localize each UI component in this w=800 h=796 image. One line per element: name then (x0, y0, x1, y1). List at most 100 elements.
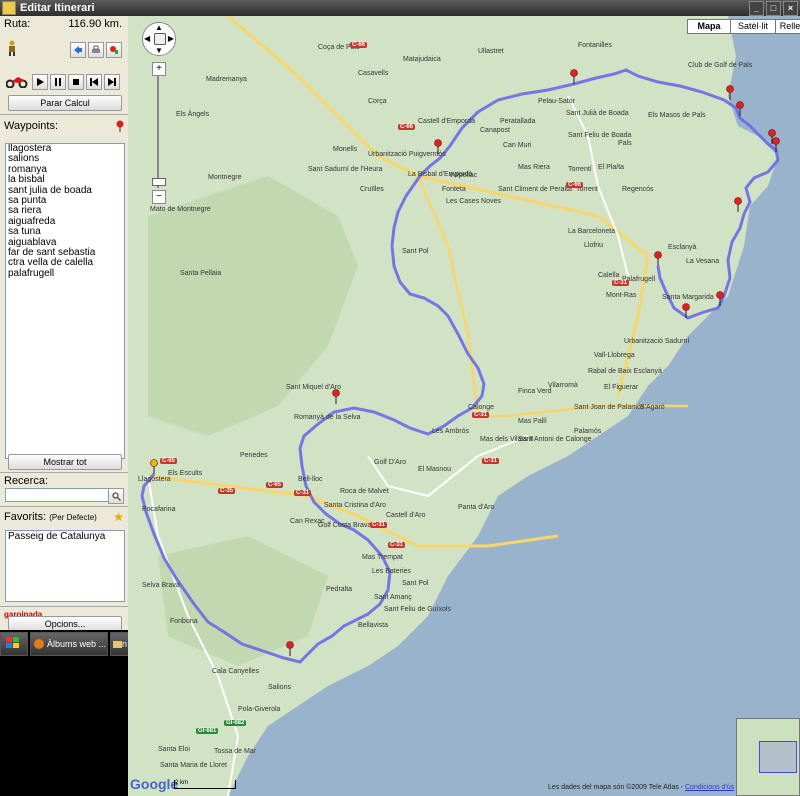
map-canvas (140, 16, 800, 796)
map-type-relief[interactable]: Relle (775, 19, 800, 34)
place-label: Calella (598, 272, 620, 279)
place-label: Els Masos de Pals (648, 112, 706, 119)
back-arrow-icon[interactable] (70, 42, 86, 58)
taskbar-item-label: Àlbums web ... (47, 639, 107, 649)
favorites-list[interactable]: Passeig de Catalunya (5, 530, 125, 602)
map-view[interactable]: Coça de Pals Casavells Matajudaica Ullastre… (128, 16, 800, 796)
search-icon[interactable] (108, 488, 124, 504)
place-label: Calonge (468, 404, 495, 411)
map-type-map[interactable]: Mapa (687, 19, 731, 34)
place-label: Rabal de Baix Esclanyà (588, 368, 662, 375)
terms-link[interactable]: Condicions d'ús (685, 784, 734, 791)
search-input[interactable] (5, 488, 109, 502)
waypoint-marker-icon[interactable] (286, 641, 294, 657)
road-shield: C-65 (160, 458, 178, 464)
hand-icon[interactable] (154, 33, 166, 45)
place-label: Casavells (358, 70, 389, 77)
waypoints-list[interactable]: llagostera salions romanya la bisbal sant ju… (5, 143, 125, 459)
favorits-header: Favorits: (Per Defecte) ★ (4, 510, 124, 524)
taskbar-item-folder[interactable]: n (110, 632, 130, 656)
place-label: Tossa de Mar (214, 748, 257, 755)
place-label: Cala Canyelles (212, 668, 260, 675)
close-icon[interactable]: × (783, 1, 798, 16)
favorite-list-item[interactable]: Passeig de Catalunya (6, 531, 124, 543)
place-label: Selva Brava (142, 582, 180, 589)
marker-add-icon[interactable] (106, 42, 122, 58)
zoom-slider-handle[interactable] (152, 178, 166, 186)
pan-control[interactable]: ▲ ▼ ◀ ▶ (142, 22, 176, 56)
place-label: Pocafarina (142, 506, 176, 513)
place-label: Pola-Giverola (238, 706, 281, 713)
minimize-icon[interactable]: _ (749, 1, 764, 16)
place-label: Can Muri (503, 142, 532, 149)
mostrar-tot-button[interactable]: Mostrar tot (8, 454, 122, 470)
place-label: Sant Climent de Peralta (498, 186, 572, 193)
place-label: Mas dels Vilars II (480, 436, 534, 443)
pan-right-icon[interactable]: ▶ (168, 34, 174, 43)
taskbar-item-label: n (122, 639, 128, 649)
place-label: Sant Pol (402, 248, 429, 255)
place-label: Les Ambrós (432, 428, 469, 435)
place-label: Cruïlles (360, 186, 384, 193)
pause-icon[interactable] (50, 74, 66, 90)
place-label: Mas Pallí (518, 418, 547, 425)
place-label: Sant Julià de Boada (566, 110, 629, 117)
google-logo: Google (130, 776, 179, 792)
left-panel: Ruta: 116.90 km. Parar Calcul Waypoints:… (0, 16, 129, 632)
pan-up-icon[interactable]: ▲ (155, 23, 163, 32)
zoom-slider-track[interactable] (157, 76, 159, 188)
motorbike-icon (5, 74, 28, 91)
waypoints-label: Waypoints: (4, 120, 59, 132)
zoom-in-button[interactable]: + (152, 62, 166, 76)
waypoint-marker-icon[interactable] (654, 251, 662, 267)
waypoint-marker-icon[interactable] (150, 459, 158, 475)
place-label: Pedralta (326, 586, 353, 593)
skip-back-icon[interactable] (86, 74, 102, 90)
parar-calcul-button[interactable]: Parar Calcul (8, 95, 122, 111)
place-label: Les Bateries (372, 568, 411, 575)
waypoint-marker-icon[interactable] (734, 197, 742, 213)
road-shield: C-66 (350, 42, 368, 48)
road-shield: C-65 (266, 482, 284, 488)
place-label: Sant Miquel d'Aro (286, 384, 342, 391)
place-label: Matajudaica (403, 56, 441, 63)
attribution: Les dades del mapa són ©2009 Tele Atlas … (548, 784, 734, 791)
place-label: La Barceloneta (568, 228, 616, 235)
place-label: Sant Sadurní de l'Heura (308, 166, 383, 173)
star-icon[interactable]: ★ (113, 510, 124, 524)
overview-map[interactable] (736, 718, 800, 796)
overview-viewport[interactable] (759, 741, 797, 773)
pedestrian-icon[interactable] (6, 40, 18, 56)
pan-down-icon[interactable]: ▼ (155, 46, 163, 55)
taskbar: Àlbums web ... n (0, 630, 130, 796)
place-label: Romanyà de la Selva (294, 414, 361, 421)
waypoint-list-item[interactable]: palafrugell (6, 268, 124, 279)
play-icon[interactable] (32, 74, 48, 90)
map-type-satellite[interactable]: Satèl·lit (730, 19, 776, 34)
road-shield: C-31 (612, 280, 630, 286)
start-button[interactable] (0, 632, 28, 656)
waypoint-marker-icon[interactable] (116, 120, 124, 135)
zoom-out-button[interactable]: − (152, 190, 166, 204)
waypoint-marker-icon[interactable] (332, 389, 340, 405)
ruta-label: Ruta: (4, 18, 31, 30)
skip-forward-icon[interactable] (104, 74, 120, 90)
print-icon[interactable] (88, 42, 104, 58)
place-label: Sant Feliu de Guíxols (384, 606, 451, 613)
place-label: Golf D'Aro (374, 459, 407, 466)
windows-icon (1, 637, 20, 651)
place-label: Fonbona (170, 618, 198, 625)
firefox-icon (34, 639, 44, 649)
place-label: Castell d'Aro (386, 512, 426, 519)
road-shield: C-66 (566, 182, 584, 188)
place-label: Santa Eloi (158, 746, 190, 753)
road-highway (416, 175, 688, 418)
place-label: Mato de Montnegre (150, 206, 211, 213)
attribution-text: Les dades del mapa són ©2009 Tele Atlas … (548, 784, 684, 791)
place-label: Torrentí (568, 166, 592, 173)
pan-left-icon[interactable]: ◀ (144, 34, 150, 43)
taskbar-item-albums[interactable]: Àlbums web ... (30, 632, 108, 656)
place-label: Pelau-Sator (538, 98, 575, 105)
maximize-icon[interactable]: □ (766, 1, 781, 16)
stop-icon[interactable] (68, 74, 84, 90)
